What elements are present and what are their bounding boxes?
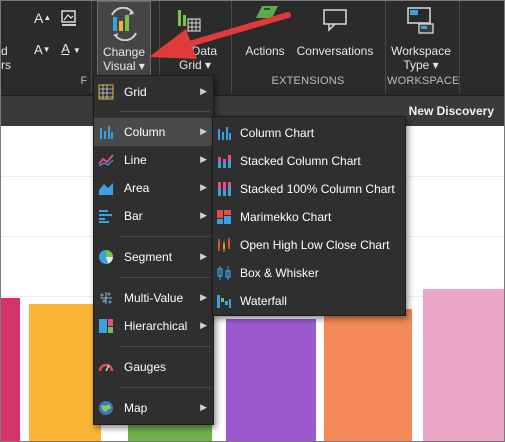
menu-item-label: Line — [124, 153, 147, 167]
menu-item-segment[interactable]: Segment ▶ — [94, 243, 213, 271]
column-chart-icon — [218, 127, 231, 140]
bar-1 — [1, 298, 20, 441]
workspace-type-label-1: Workspace — [391, 44, 451, 58]
font-size-decrease-button[interactable]: A▼ — [34, 42, 51, 61]
font-size-increase-button[interactable]: A▲ — [34, 10, 51, 29]
menu-item-label: Bar — [124, 209, 143, 223]
treemap-icon — [99, 319, 113, 333]
menu-item-label: Gauges — [124, 360, 167, 374]
chevron-right-icon: ▶ — [200, 210, 207, 220]
menu-item-grid[interactable]: Grid ▶ — [94, 78, 213, 106]
new-data-grid-label-2: Grid ▾ — [178, 58, 212, 72]
bar-5 — [324, 309, 412, 441]
chevron-right-icon: ▶ — [200, 154, 207, 164]
submenu-item-ohlc[interactable]: Open High Low Close Chart — [213, 231, 405, 259]
font-group-label: F — [80, 75, 88, 87]
submenu-item-label: Waterfall — [240, 294, 287, 308]
line-chart-icon — [98, 154, 114, 167]
new-data-grid-button[interactable]: ew Data Grid ▾ — [163, 1, 227, 74]
marimekko-icon — [217, 210, 231, 224]
menu-item-area[interactable]: Area ▶ — [94, 174, 213, 202]
workspace-group-label: WORKSPACE — [387, 75, 460, 87]
change-visual-label-1: Change — [102, 45, 146, 59]
area-chart-icon — [99, 183, 113, 195]
chevron-right-icon: ▶ — [200, 402, 207, 412]
menu-item-label: Segment — [124, 250, 173, 264]
new-data-grid-label-1: ew Data — [172, 44, 218, 58]
font-color-button[interactable]: A ▼ — [59, 42, 83, 62]
submenu-item-stacked-100-column[interactable]: Stacked 100% Column Chart — [213, 175, 405, 203]
menu-item-line[interactable]: Line ▶ — [94, 146, 213, 174]
menu-item-column[interactable]: Column ▶ — [94, 118, 213, 146]
submenu-item-label: Stacked 100% Column Chart — [240, 182, 395, 196]
font-down-label: A — [34, 42, 43, 57]
stacked-100-column-icon — [218, 182, 231, 196]
conversations-label: Conversations — [296, 44, 374, 58]
new-discovery-title[interactable]: New Discovery — [409, 104, 494, 118]
app-window: d rs A▲ A▼ A ▼ F Change Visual ▾ ew Data… — [0, 0, 505, 442]
conversations-icon — [323, 9, 347, 32]
scatter-icon — [100, 292, 112, 304]
actions-button[interactable]: Actions — [237, 1, 293, 74]
extensions-group-label: EXTENSIONS — [271, 75, 345, 87]
workspace-type-label-2: Type ▾ — [403, 58, 439, 72]
menu-item-hierarchical[interactable]: Hierarchical ▶ — [94, 312, 213, 340]
gauge-icon — [98, 363, 114, 372]
column-submenu: Column Chart Stacked Column Chart Stacke… — [212, 116, 406, 316]
stacked-column-icon — [218, 155, 231, 168]
submenu-item-label: Open High Low Close Chart — [240, 238, 390, 252]
submenu-item-marimekko[interactable]: Marimekko Chart — [213, 203, 405, 231]
waterfall-icon — [217, 295, 231, 308]
font-up-label: A — [34, 10, 44, 26]
column-chart-icon — [100, 126, 113, 139]
menu-item-map[interactable]: Map ▶ — [94, 394, 213, 422]
bar-4 — [226, 319, 316, 441]
submenu-item-label: Box & Whisker — [240, 266, 319, 280]
menu-item-bar[interactable]: Bar ▶ — [94, 202, 213, 230]
menu-item-label: Grid — [124, 85, 147, 99]
ohlc-icon — [218, 238, 230, 252]
change-visual-icon — [111, 7, 137, 41]
submenu-item-label: Marimekko Chart — [240, 210, 332, 224]
workspace-icon — [407, 7, 434, 34]
menu-item-label: Hierarchical — [124, 319, 188, 333]
bar-chart-icon — [99, 210, 112, 223]
globe-icon — [99, 401, 113, 415]
fill-color-button[interactable] — [59, 9, 79, 29]
menu-item-label: Multi-Value — [124, 291, 184, 305]
chevron-right-icon: ▶ — [200, 251, 207, 261]
data-grid-icon — [178, 10, 201, 32]
chevron-right-icon: ▶ — [200, 320, 207, 330]
chevron-right-icon: ▶ — [200, 86, 207, 96]
bar-2 — [29, 304, 101, 441]
change-visual-menu: Grid ▶ Column ▶ Line ▶ Area ▶ Bar ▶ Segm… — [93, 75, 214, 425]
box-whisker-icon — [217, 266, 231, 280]
menu-item-multi-value[interactable]: Multi-Value ▶ — [94, 284, 213, 312]
submenu-item-label: Stacked Column Chart — [240, 154, 361, 168]
chevron-right-icon: ▶ — [200, 292, 207, 302]
conversations-button[interactable]: Conversations — [295, 1, 375, 74]
grid-icon — [98, 84, 114, 100]
chevron-right-icon: ▶ — [200, 182, 207, 192]
submenu-item-stacked-column[interactable]: Stacked Column Chart — [213, 147, 405, 175]
menu-item-label: Column — [124, 125, 166, 139]
chevron-right-icon: ▶ — [200, 126, 207, 136]
submenu-item-column-chart[interactable]: Column Chart — [213, 119, 405, 147]
fill-color-icon — [61, 10, 76, 26]
workspace-type-button[interactable]: Workspace Type ▾ — [387, 1, 455, 74]
ribbon-toolbar: d rs A▲ A▼ A ▼ F Change Visual ▾ ew Data… — [1, 1, 504, 95]
submenu-item-label: Column Chart — [240, 126, 315, 140]
pie-chart-icon — [99, 250, 113, 264]
actions-icon — [256, 6, 278, 18]
menu-item-gauges[interactable]: Gauges — [94, 353, 213, 381]
ribbon-partial-left: d rs — [1, 44, 11, 72]
menu-item-label: Map — [124, 401, 148, 415]
actions-label: Actions — [245, 44, 285, 58]
menu-item-label: Area — [124, 181, 150, 195]
change-visual-label-2: Visual ▾ — [103, 59, 145, 73]
submenu-item-box-whisker[interactable]: Box & Whisker — [213, 259, 405, 287]
change-visual-button[interactable]: Change Visual ▾ — [97, 1, 151, 76]
submenu-item-waterfall[interactable]: Waterfall — [213, 287, 405, 315]
bar-6 — [423, 289, 504, 441]
